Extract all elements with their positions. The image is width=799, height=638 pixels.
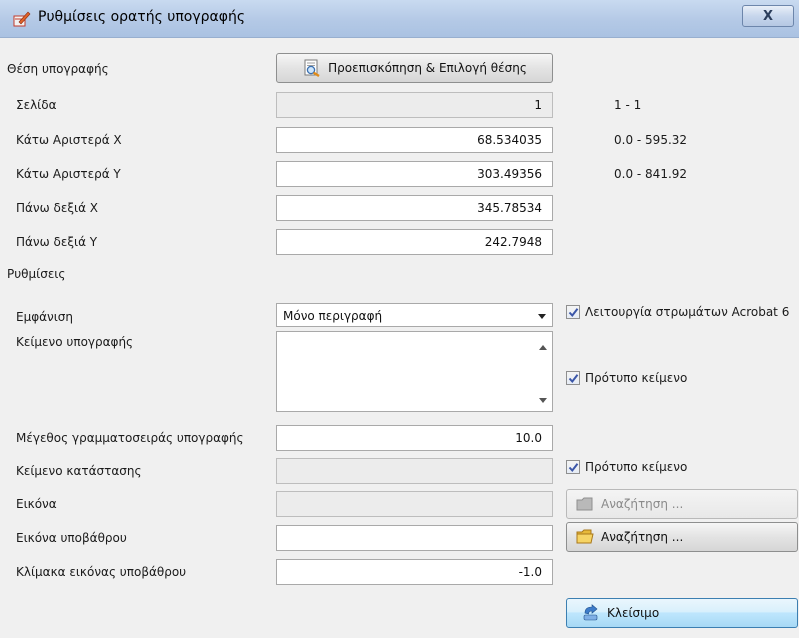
close-button[interactable]: Κλείσιμο [566, 598, 798, 628]
default-text-checkbox-2[interactable] [566, 460, 580, 474]
title-bar: Ρυθμίσεις ορατής υπογραφής X [0, 0, 799, 38]
preview-magnifier-icon [304, 59, 320, 77]
background-image-label: Εικόνα υποβάθρου [16, 531, 127, 545]
close-arrow-icon [583, 604, 598, 621]
background-image-field[interactable] [276, 525, 553, 551]
scroll-down-icon[interactable] [539, 398, 547, 403]
default-text-label-2: Πρότυπο κείμενο [585, 460, 688, 474]
status-text-label: Κείμενο κατάστασης [16, 464, 142, 478]
preview-position-button[interactable]: Προεπισκόπηση & Επιλογή θέσης [276, 53, 553, 83]
upper-right-y-field[interactable] [276, 229, 553, 255]
background-scale-label: Κλίμακα εικόνας υποβάθρου [16, 565, 187, 579]
signature-text-area[interactable] [276, 331, 553, 412]
dropdown-arrow-icon [538, 314, 546, 319]
lower-left-x-label: Κάτω Αριστερά Χ [16, 133, 122, 147]
status-text-field [276, 458, 553, 484]
appearance-selected-value: Μόνο περιγραφή [283, 309, 383, 323]
lower-left-x-field[interactable] [276, 127, 553, 153]
checkmark-icon [568, 462, 578, 472]
window-close-icon: X [762, 8, 774, 24]
page-range: 1 - 1 [614, 98, 642, 112]
image-browse-button: Αναζήτηση ... [566, 489, 798, 519]
image-field [276, 491, 553, 517]
upper-right-x-label: Πάνω δεξιά Χ [16, 201, 99, 215]
lower-left-y-range: 0.0 - 841.92 [614, 167, 688, 181]
open-folder-icon [576, 529, 594, 544]
appearance-select[interactable]: Μόνο περιγραφή [276, 303, 553, 327]
signature-text-label: Κείμενο υπογραφής [16, 335, 134, 349]
window-close-button[interactable]: X [742, 5, 794, 27]
app-signature-icon [13, 11, 31, 27]
scroll-up-icon[interactable] [539, 345, 547, 350]
upper-right-x-field[interactable] [276, 195, 553, 221]
page-label: Σελίδα [16, 98, 57, 112]
default-text-checkbox-1[interactable] [566, 371, 580, 385]
acrobat-layers-checkbox[interactable] [566, 305, 580, 319]
acrobat-layers-label: Λειτουργία στρωμάτων Acrobat 6 [585, 305, 790, 319]
background-scale-field[interactable] [276, 559, 553, 585]
default-text-label-1: Πρότυπο κείμενο [585, 371, 688, 385]
lower-left-y-field[interactable] [276, 161, 553, 187]
lower-left-y-label: Κάτω Αριστερά Υ [16, 167, 121, 181]
preview-position-label: Προεπισκόπηση & Επιλογή θέσης [328, 61, 527, 75]
page-field [276, 92, 553, 118]
signature-text-scrollbar[interactable] [534, 332, 552, 411]
window-title: Ρυθμίσεις ορατής υπογραφής [38, 9, 246, 25]
position-section-label: Θέση υπογραφής [7, 62, 109, 76]
dialog-window: Ρυθμίσεις ορατής υπογραφής X Θέση υπογρα… [0, 0, 799, 638]
close-button-label: Κλείσιμο [607, 606, 660, 620]
lower-left-x-range: 0.0 - 595.32 [614, 133, 688, 147]
background-image-browse-label: Αναζήτηση ... [601, 530, 684, 544]
folder-icon [576, 497, 593, 511]
font-size-label: Μέγεθος γραμματοσειράς υπογραφής [16, 431, 244, 445]
background-image-browse-button[interactable]: Αναζήτηση ... [566, 522, 798, 552]
checkmark-icon [568, 373, 578, 383]
image-browse-label: Αναζήτηση ... [601, 497, 684, 511]
image-label: Εικόνα [16, 497, 57, 511]
appearance-label: Εμφάνιση [16, 310, 74, 324]
font-size-field[interactable] [276, 425, 553, 451]
checkmark-icon [568, 307, 578, 317]
upper-right-y-label: Πάνω δεξιά Υ [16, 235, 98, 249]
settings-section-label: Ρυθμίσεις [7, 267, 66, 281]
